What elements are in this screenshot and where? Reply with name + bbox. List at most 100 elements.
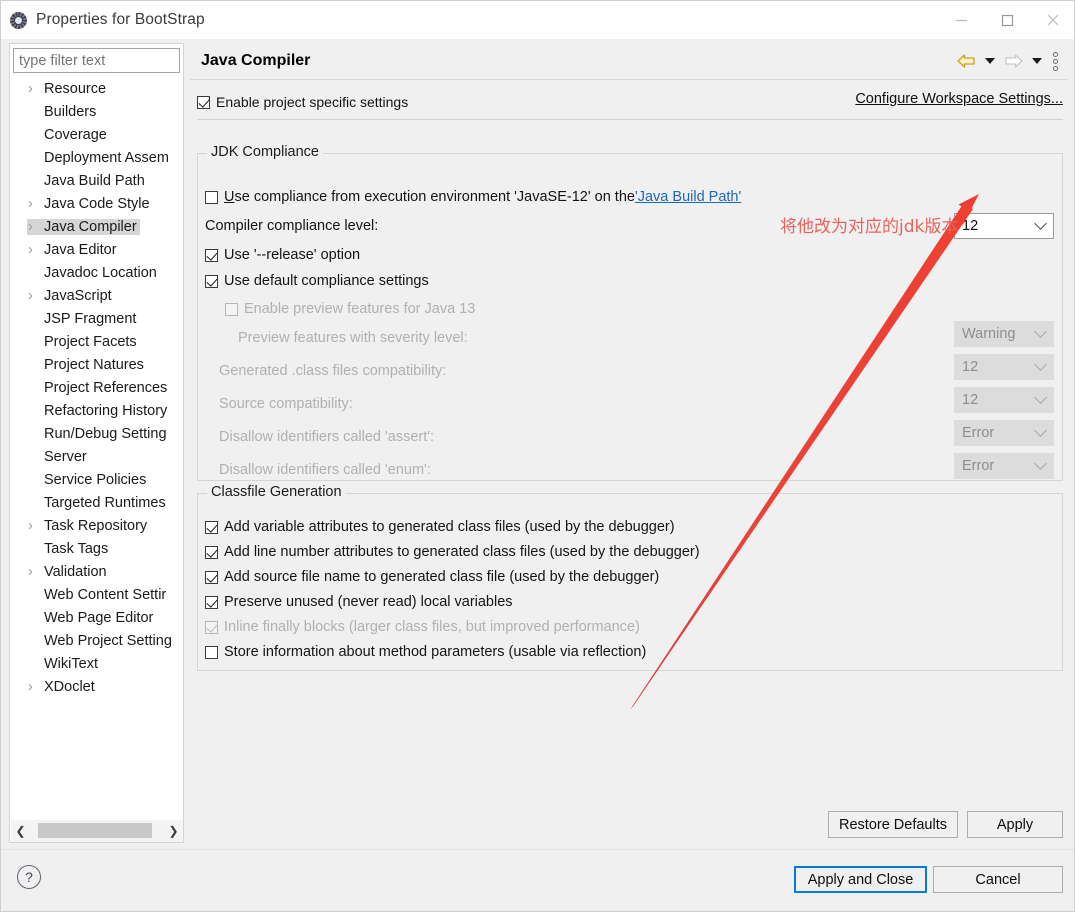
chevron-right-icon[interactable]: › xyxy=(28,675,33,698)
sidebar-item-label: JavaScript xyxy=(44,287,112,304)
compiler-compliance-level-combo[interactable]: 12 xyxy=(954,213,1054,239)
chevron-down-icon xyxy=(1034,390,1047,404)
minimize-button[interactable] xyxy=(938,1,984,39)
sidebar-item-label: Java Code Style xyxy=(44,195,150,212)
enable-preview-features-row: Enable preview features for Java 13 xyxy=(225,298,475,320)
sidebar-item-java-compiler[interactable]: › Java Compiler xyxy=(11,215,183,238)
classfile-generation-legend: Classfile Generation xyxy=(207,484,346,500)
java-build-path-link[interactable]: 'Java Build Path' xyxy=(635,189,741,205)
class-files-compatibility-label: Generated .class files compatibility: xyxy=(219,363,447,379)
sidebar-item-task-repository[interactable]: › Task Repository xyxy=(11,514,183,537)
sidebar-item-task-tags[interactable]: Task Tags xyxy=(11,537,183,560)
cancel-button[interactable]: Cancel xyxy=(933,866,1063,893)
apply-and-close-button[interactable]: Apply and Close xyxy=(794,866,927,893)
enable-project-specific-settings-label: Enable project specific settings xyxy=(216,94,409,110)
sidebar-item-javascript[interactable]: › JavaScript xyxy=(11,284,183,307)
sidebar-item-xdoclet[interactable]: › XDoclet xyxy=(11,675,183,698)
sidebar-item-refactoring-history[interactable]: Refactoring History xyxy=(11,399,183,422)
page-header: Java Compiler xyxy=(190,43,1068,79)
sidebar-item-java-editor[interactable]: › Java Editor xyxy=(11,238,183,261)
sidebar-item-java-code-style[interactable]: › Java Code Style xyxy=(11,192,183,215)
sidebar-item-validation[interactable]: › Validation xyxy=(11,560,183,583)
title-bar: Properties for BootStrap xyxy=(1,1,1074,39)
tree-horizontal-scrollbar[interactable]: ❮ ❯ xyxy=(11,820,183,842)
close-button[interactable] xyxy=(1030,1,1074,39)
maximize-button[interactable] xyxy=(984,1,1030,39)
use-execution-environment-checkbox[interactable] xyxy=(205,190,218,204)
sidebar-item-wikitext[interactable]: WikiText xyxy=(11,652,183,675)
vertical-dots-icon[interactable] xyxy=(1053,51,1058,71)
classfile-option-label: Add source file name to generated class … xyxy=(224,569,660,585)
enable-project-specific-settings-checkbox[interactable] xyxy=(197,95,210,109)
scrollbar-thumb[interactable] xyxy=(38,823,152,838)
sidebar-item-project-natures[interactable]: Project Natures xyxy=(11,353,183,376)
classfile-option-checkbox xyxy=(205,620,218,634)
classfile-option-row: Inline finally blocks (larger class file… xyxy=(205,616,640,638)
classfile-option-checkbox[interactable] xyxy=(205,520,218,534)
sidebar-item-targeted-runtimes[interactable]: Targeted Runtimes xyxy=(11,491,183,514)
forward-history-chevron-down-icon[interactable] xyxy=(1032,58,1042,64)
chevron-right-icon[interactable]: › xyxy=(28,77,33,100)
question-mark-icon[interactable]: ? xyxy=(17,865,41,889)
classfile-generation-group: Classfile Generation Add variable attrib… xyxy=(197,484,1063,671)
classfile-option-checkbox[interactable] xyxy=(205,595,218,609)
enable-preview-features-label: Enable preview features for Java 13 xyxy=(244,301,476,317)
back-history-chevron-down-icon[interactable] xyxy=(985,58,995,64)
chevron-right-icon[interactable]: › xyxy=(28,215,33,238)
use-default-compliance-row[interactable]: Use default compliance settings xyxy=(205,270,429,292)
sidebar-item-label: Task Repository xyxy=(44,517,148,534)
use-default-compliance-checkbox[interactable] xyxy=(205,274,218,288)
back-arrow-icon[interactable] xyxy=(953,48,980,74)
sidebar-item-project-facets[interactable]: Project Facets xyxy=(11,330,183,353)
preview-severity-value: Warning xyxy=(962,326,1016,342)
sidebar-item-label: Server xyxy=(44,448,87,465)
sidebar-item-server[interactable]: Server xyxy=(11,445,183,468)
classfile-option-row[interactable]: Add variable attributes to generated cla… xyxy=(205,516,675,538)
filter-field-wrapper xyxy=(13,48,180,73)
filter-input[interactable] xyxy=(13,48,180,73)
use-release-option-checkbox[interactable] xyxy=(205,248,218,262)
sidebar-item-web-page-editor[interactable]: Web Page Editor xyxy=(11,606,183,629)
sidebar-item-label: Validation xyxy=(44,563,107,580)
chevron-right-icon[interactable]: › xyxy=(28,238,33,261)
apply-button[interactable]: Apply xyxy=(967,811,1063,838)
classfile-option-label: Preserve unused (never read) local varia… xyxy=(224,594,513,610)
sidebar-item-jsp-fragment[interactable]: JSP Fragment xyxy=(11,307,183,330)
chevron-left-icon[interactable]: ❮ xyxy=(11,820,30,842)
classfile-option-checkbox[interactable] xyxy=(205,545,218,559)
classfile-option-checkbox[interactable] xyxy=(205,570,218,584)
sidebar-item-coverage[interactable]: Coverage xyxy=(11,123,183,146)
chevron-down-icon xyxy=(1034,357,1047,371)
classfile-option-checkbox[interactable] xyxy=(205,645,218,659)
sidebar-item-deployment-assem[interactable]: Deployment Assem xyxy=(11,146,183,169)
chevron-right-icon[interactable]: › xyxy=(28,192,33,215)
sidebar-item-web-content-settir[interactable]: Web Content Settir xyxy=(11,583,183,606)
sidebar-item-label: Java Compiler xyxy=(27,218,140,235)
chevron-right-icon[interactable]: › xyxy=(28,514,33,537)
configure-workspace-settings-link[interactable]: Configure Workspace Settings... xyxy=(855,91,1063,107)
sidebar-item-javadoc-location[interactable]: Javadoc Location xyxy=(11,261,183,284)
scrollbar-track[interactable] xyxy=(30,820,164,842)
classfile-option-row[interactable]: Add line number attributes to generated … xyxy=(205,541,700,563)
sidebar-item-label: Deployment Assem xyxy=(44,149,169,166)
sidebar-item-java-build-path[interactable]: Java Build Path xyxy=(11,169,183,192)
classfile-option-row[interactable]: Add source file name to generated class … xyxy=(205,566,659,588)
restore-defaults-button[interactable]: Restore Defaults xyxy=(828,811,958,838)
classfile-option-row[interactable]: Preserve unused (never read) local varia… xyxy=(205,591,513,613)
sidebar-item-resource[interactable]: › Resource xyxy=(11,77,183,100)
sidebar-item-project-references[interactable]: Project References xyxy=(11,376,183,399)
use-release-option-row[interactable]: Use '--release' option xyxy=(205,244,360,266)
chevron-right-icon[interactable]: › xyxy=(28,284,33,307)
sidebar-item-label: Javadoc Location xyxy=(44,264,157,281)
sidebar-item-label: Project References xyxy=(44,379,168,396)
classfile-option-row[interactable]: Store information about method parameter… xyxy=(205,641,646,663)
sidebar-item-service-policies[interactable]: Service Policies xyxy=(11,468,183,491)
sidebar-item-web-project-setting[interactable]: Web Project Setting xyxy=(11,629,183,652)
sidebar-item-run-debug-setting[interactable]: Run/Debug Setting xyxy=(11,422,183,445)
sidebar-item-label: Project Facets xyxy=(44,333,137,350)
sidebar-item-builders[interactable]: Builders xyxy=(11,100,183,123)
chevron-right-icon[interactable]: › xyxy=(28,560,33,583)
use-execution-environment-row[interactable]: Use compliance from execution environmen… xyxy=(205,186,741,208)
settings-tree[interactable]: › Resource Builders Coverage Deployment Asse… xyxy=(11,77,183,819)
chevron-right-icon[interactable]: ❯ xyxy=(164,820,183,842)
